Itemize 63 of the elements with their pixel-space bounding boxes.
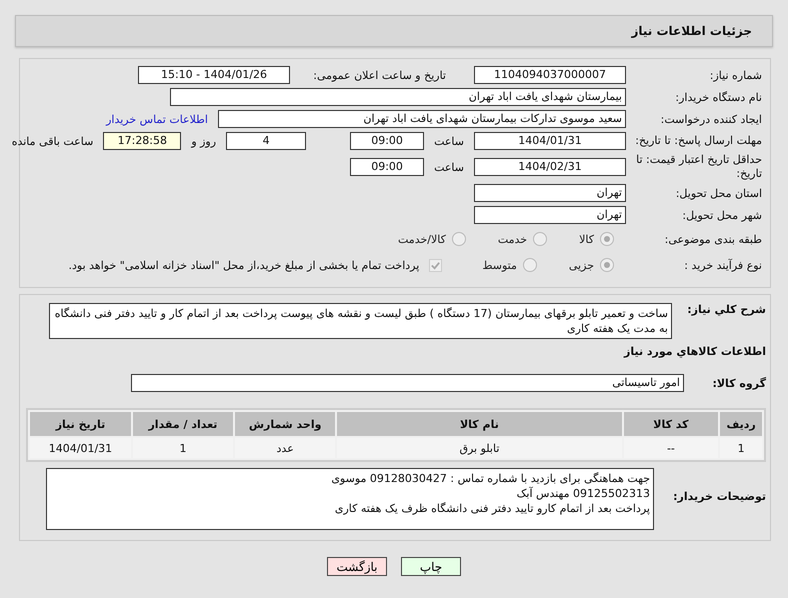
radio-button[interactable] [600,258,614,272]
column-header: تاریخ نیاز [30,412,131,436]
field-label: مهلت ارسال پاسخ: تا تاریخ: [634,134,762,148]
table-cell: 1 [720,438,762,458]
table-cell: 1404/01/31 [30,438,131,458]
back-button[interactable]: بازگشت [327,557,387,576]
field-label: ایجاد کننده درخواست: [660,112,762,126]
field-label: شرح کلي نياز: [686,303,766,316]
goods-group-field: امور تاسیساتی [131,374,684,392]
radio-label: جزیی [568,258,594,272]
field-label: نوع فرآیند خرید : [683,258,762,272]
field-label: شهر محل تحویل: [681,208,762,222]
field-label: شماره نیاز: [708,68,762,82]
note-line: جهت هماهنگی برای بازدید با شماره تماس : 09128030427 موسوی [330,471,650,486]
field-label: تاریخ و ساعت اعلان عمومی: [312,68,446,82]
table-cell: تابلو برق [337,438,622,458]
radio-label: کالا/خدمت [398,232,446,246]
table-cell: 1 [132,438,233,458]
radio-button[interactable] [600,232,614,246]
print-button[interactable]: چاپ [401,557,461,576]
column-header: تعداد / مقدار [132,412,233,436]
radio-label: کالا [579,232,594,246]
field-label: توضیحات خریدار: [672,490,766,503]
note-line: پرداخت بعد از اتمام کارو تایید دفتر فنی دانشگاه ظرف یک هفته کاری [334,501,650,516]
field-label: گروه کالا: [711,376,766,390]
column-header: واحد شمارش [234,412,336,436]
radio-button[interactable] [522,258,537,272]
buyer-contact-link[interactable]: اطلاعات تماس خریدار [106,112,208,126]
validity-time-field: 09:00 [350,158,424,176]
need-number-field: 1104094037000007 [474,66,626,84]
province-field: تهران [474,184,626,202]
announce-date-field: 1404/01/26 - 15:10 [138,66,290,84]
time-label: ساعت [433,134,465,148]
remaining-label: ساعت باقی مانده [10,134,94,148]
radio-label: متوسط [482,258,517,272]
column-header: ردیف [720,412,762,436]
checkbox-label: پرداخت تمام یا بخشی از مبلغ خرید،از محل "اسناد خزانه اسلامی" خواهد بود. [68,258,420,272]
field-label: طبقه بندی موضوعی: [664,232,762,246]
deadline-date-field: 1404/01/31 [474,132,626,150]
radio-button[interactable] [533,232,548,246]
field-label: استان محل تحویل: [674,186,762,200]
requester-field: سعید موسوی تدارکات بیمارستان شهدای یافت اباد تهران [218,110,626,128]
days-label: روز و [190,134,218,148]
validity-date-field: 1404/02/31 [474,158,626,176]
table-cell: -- [624,438,718,458]
radio-label: خدمت [498,232,528,246]
radio-button[interactable] [452,232,466,246]
field-label: نام دستگاه خریدار: [674,90,762,104]
field-label: حداقل تاریخ اعتبار قیمت: تا تاریخ: [635,153,762,181]
table-cell: عدد [234,438,336,458]
section-heading: اطلاعات كالاهاي مورد نياز [624,344,766,358]
deadline-time-field: 09:00 [350,132,424,150]
note-line: 09125502313 مهندس آبک [516,486,650,501]
column-header: نام کالا [337,412,622,436]
remaining-time-field: 17:28:58 [103,132,182,150]
page-title: جزئیات اطلاعات نیاز [631,24,752,38]
city-field: تهران [474,206,626,224]
time-label: ساعت [433,160,465,174]
checkbox[interactable] [429,258,442,272]
description-textarea: ساخت و تعمیر تابلو برقهای بیمارستان (17 دستگاه ) طبق لیست و نقشه های پیوست پرداخت بعد از اتمام کار و تایید دفتر فنی دانشگاه به مدت یک هفته کاری [49,303,672,339]
days-field: 4 [226,132,306,150]
buyer-org-field: بیمارستان شهدای یافت اباد تهران [170,88,626,106]
column-header: کد کالا [624,412,718,436]
